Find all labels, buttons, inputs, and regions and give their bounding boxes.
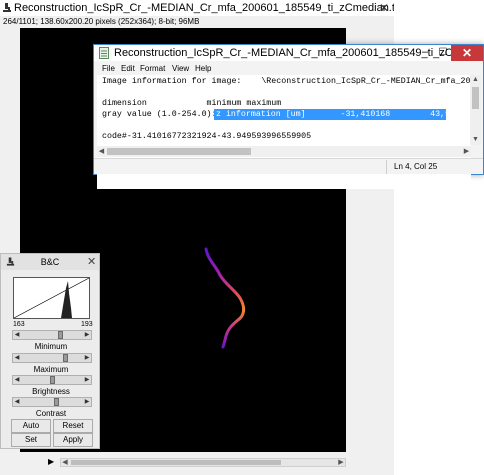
- contrast-slider-knob[interactable]: [53, 398, 59, 406]
- brightness-slider[interactable]: ◀ ▶: [12, 375, 92, 385]
- minimum-label: Minimum: [34, 342, 68, 351]
- text-line-1: Image information for image: \Reconstruc…: [102, 77, 471, 86]
- slider-right-icon[interactable]: ▶: [83, 375, 91, 385]
- histogram-plot: [13, 277, 90, 319]
- maximum-slider-knob[interactable]: [62, 354, 68, 362]
- slider-right-icon[interactable]: ▶: [83, 397, 91, 407]
- slider-left-icon[interactable]: ◀: [13, 353, 21, 363]
- brightness-contrast-window: B&C ✕ 163 193 ◀ ▶ Minimum ◀ ▶ Maximum ◀ …: [0, 253, 100, 449]
- minimum-slider-knob[interactable]: [58, 331, 64, 339]
- maximize-icon[interactable]: ☐: [434, 45, 452, 61]
- brightness-label: Brightness: [32, 387, 70, 396]
- minimum-slider[interactable]: ◀ ▶: [12, 330, 92, 340]
- info-window: Reconstruction_IcSpR_Cr_-MEDIAN_Cr_mfa_2…: [93, 44, 484, 189]
- status-bar: Ln 4, Col 25: [94, 158, 483, 174]
- apply-button[interactable]: Apply: [53, 433, 93, 447]
- image-window-title: Reconstruction_IcSpR_Cr_-MEDIAN_Cr_mfa_2…: [14, 2, 394, 14]
- vertical-scrollbar-thumb[interactable]: [472, 87, 479, 109]
- horizontal-scrollbar-thumb[interactable]: [107, 148, 251, 155]
- menu-file[interactable]: File: [102, 63, 115, 75]
- status-divider: [386, 160, 387, 174]
- microscope-icon: [6, 257, 15, 266]
- image-info-text: 264/1101; 138.60x200.20 pixels (252x364)…: [3, 17, 200, 26]
- menu-view[interactable]: View: [172, 63, 189, 75]
- slider-left-icon[interactable]: ◀: [13, 330, 21, 340]
- slider-right-icon[interactable]: ▶: [83, 353, 91, 363]
- slice-scrollbar-thumb[interactable]: [71, 460, 281, 465]
- close-icon[interactable]: ✕: [374, 0, 394, 16]
- vertical-scrollbar[interactable]: ▲ ▼: [470, 75, 481, 145]
- close-icon[interactable]: ✕: [451, 45, 483, 61]
- scroll-up-icon[interactable]: ▲: [470, 75, 481, 85]
- cursor-position: Ln 4, Col 25: [394, 162, 438, 171]
- slider-left-icon[interactable]: ◀: [13, 397, 21, 407]
- slider-right-icon[interactable]: ▶: [83, 330, 91, 340]
- microscope-icon: [3, 3, 11, 12]
- text-line-4: gray value (1.0-254.0):: [102, 110, 217, 119]
- document-icon: [99, 47, 109, 59]
- scroll-left-icon[interactable]: ◀: [61, 458, 69, 467]
- horizontal-scrollbar[interactable]: ◀ ▶: [97, 146, 471, 157]
- set-button[interactable]: Set: [11, 433, 51, 447]
- scroll-right-icon[interactable]: ▶: [462, 146, 471, 157]
- menu-bar: File Edit Format View Help: [94, 63, 483, 75]
- histogram: [13, 277, 90, 319]
- maximum-label: Maximum: [33, 365, 69, 374]
- histogram-min-value: 163: [13, 321, 25, 328]
- selected-text: z information [um] -31,410168 43,949594: [214, 109, 471, 120]
- maximum-slider[interactable]: ◀ ▶: [12, 353, 92, 363]
- menu-help[interactable]: Help: [195, 63, 211, 75]
- bc-title: B&C: [40, 257, 60, 267]
- brightness-slider-knob[interactable]: [49, 376, 55, 384]
- contrast-slider[interactable]: ◀ ▶: [12, 397, 92, 407]
- image-window-titlebar[interactable]: Reconstruction_IcSpR_Cr_-MEDIAN_Cr_mfa_2…: [0, 0, 394, 16]
- text-line-6: code#-31.41016772321924-43.9495939965599…: [102, 132, 312, 141]
- scroll-down-icon[interactable]: ▼: [470, 135, 481, 145]
- text-line-3: dimension minimum maximum: [102, 99, 282, 108]
- play-animation-icon[interactable]: ▶: [48, 456, 58, 467]
- menu-format[interactable]: Format: [140, 63, 165, 75]
- histogram-max-value: 193: [81, 321, 93, 328]
- auto-button[interactable]: Auto: [11, 419, 51, 433]
- bc-titlebar[interactable]: B&C ✕: [1, 254, 99, 270]
- contrast-label: Contrast: [35, 409, 67, 418]
- reset-button[interactable]: Reset: [53, 419, 93, 433]
- scroll-right-icon[interactable]: ▶: [337, 458, 345, 467]
- minimize-icon[interactable]: ‒: [416, 45, 434, 61]
- slice-scrollbar[interactable]: ◀ ▶: [60, 458, 346, 467]
- slider-left-icon[interactable]: ◀: [13, 375, 21, 385]
- menu-edit[interactable]: Edit: [121, 63, 135, 75]
- close-icon[interactable]: ✕: [87, 254, 96, 270]
- scroll-left-icon[interactable]: ◀: [97, 146, 106, 157]
